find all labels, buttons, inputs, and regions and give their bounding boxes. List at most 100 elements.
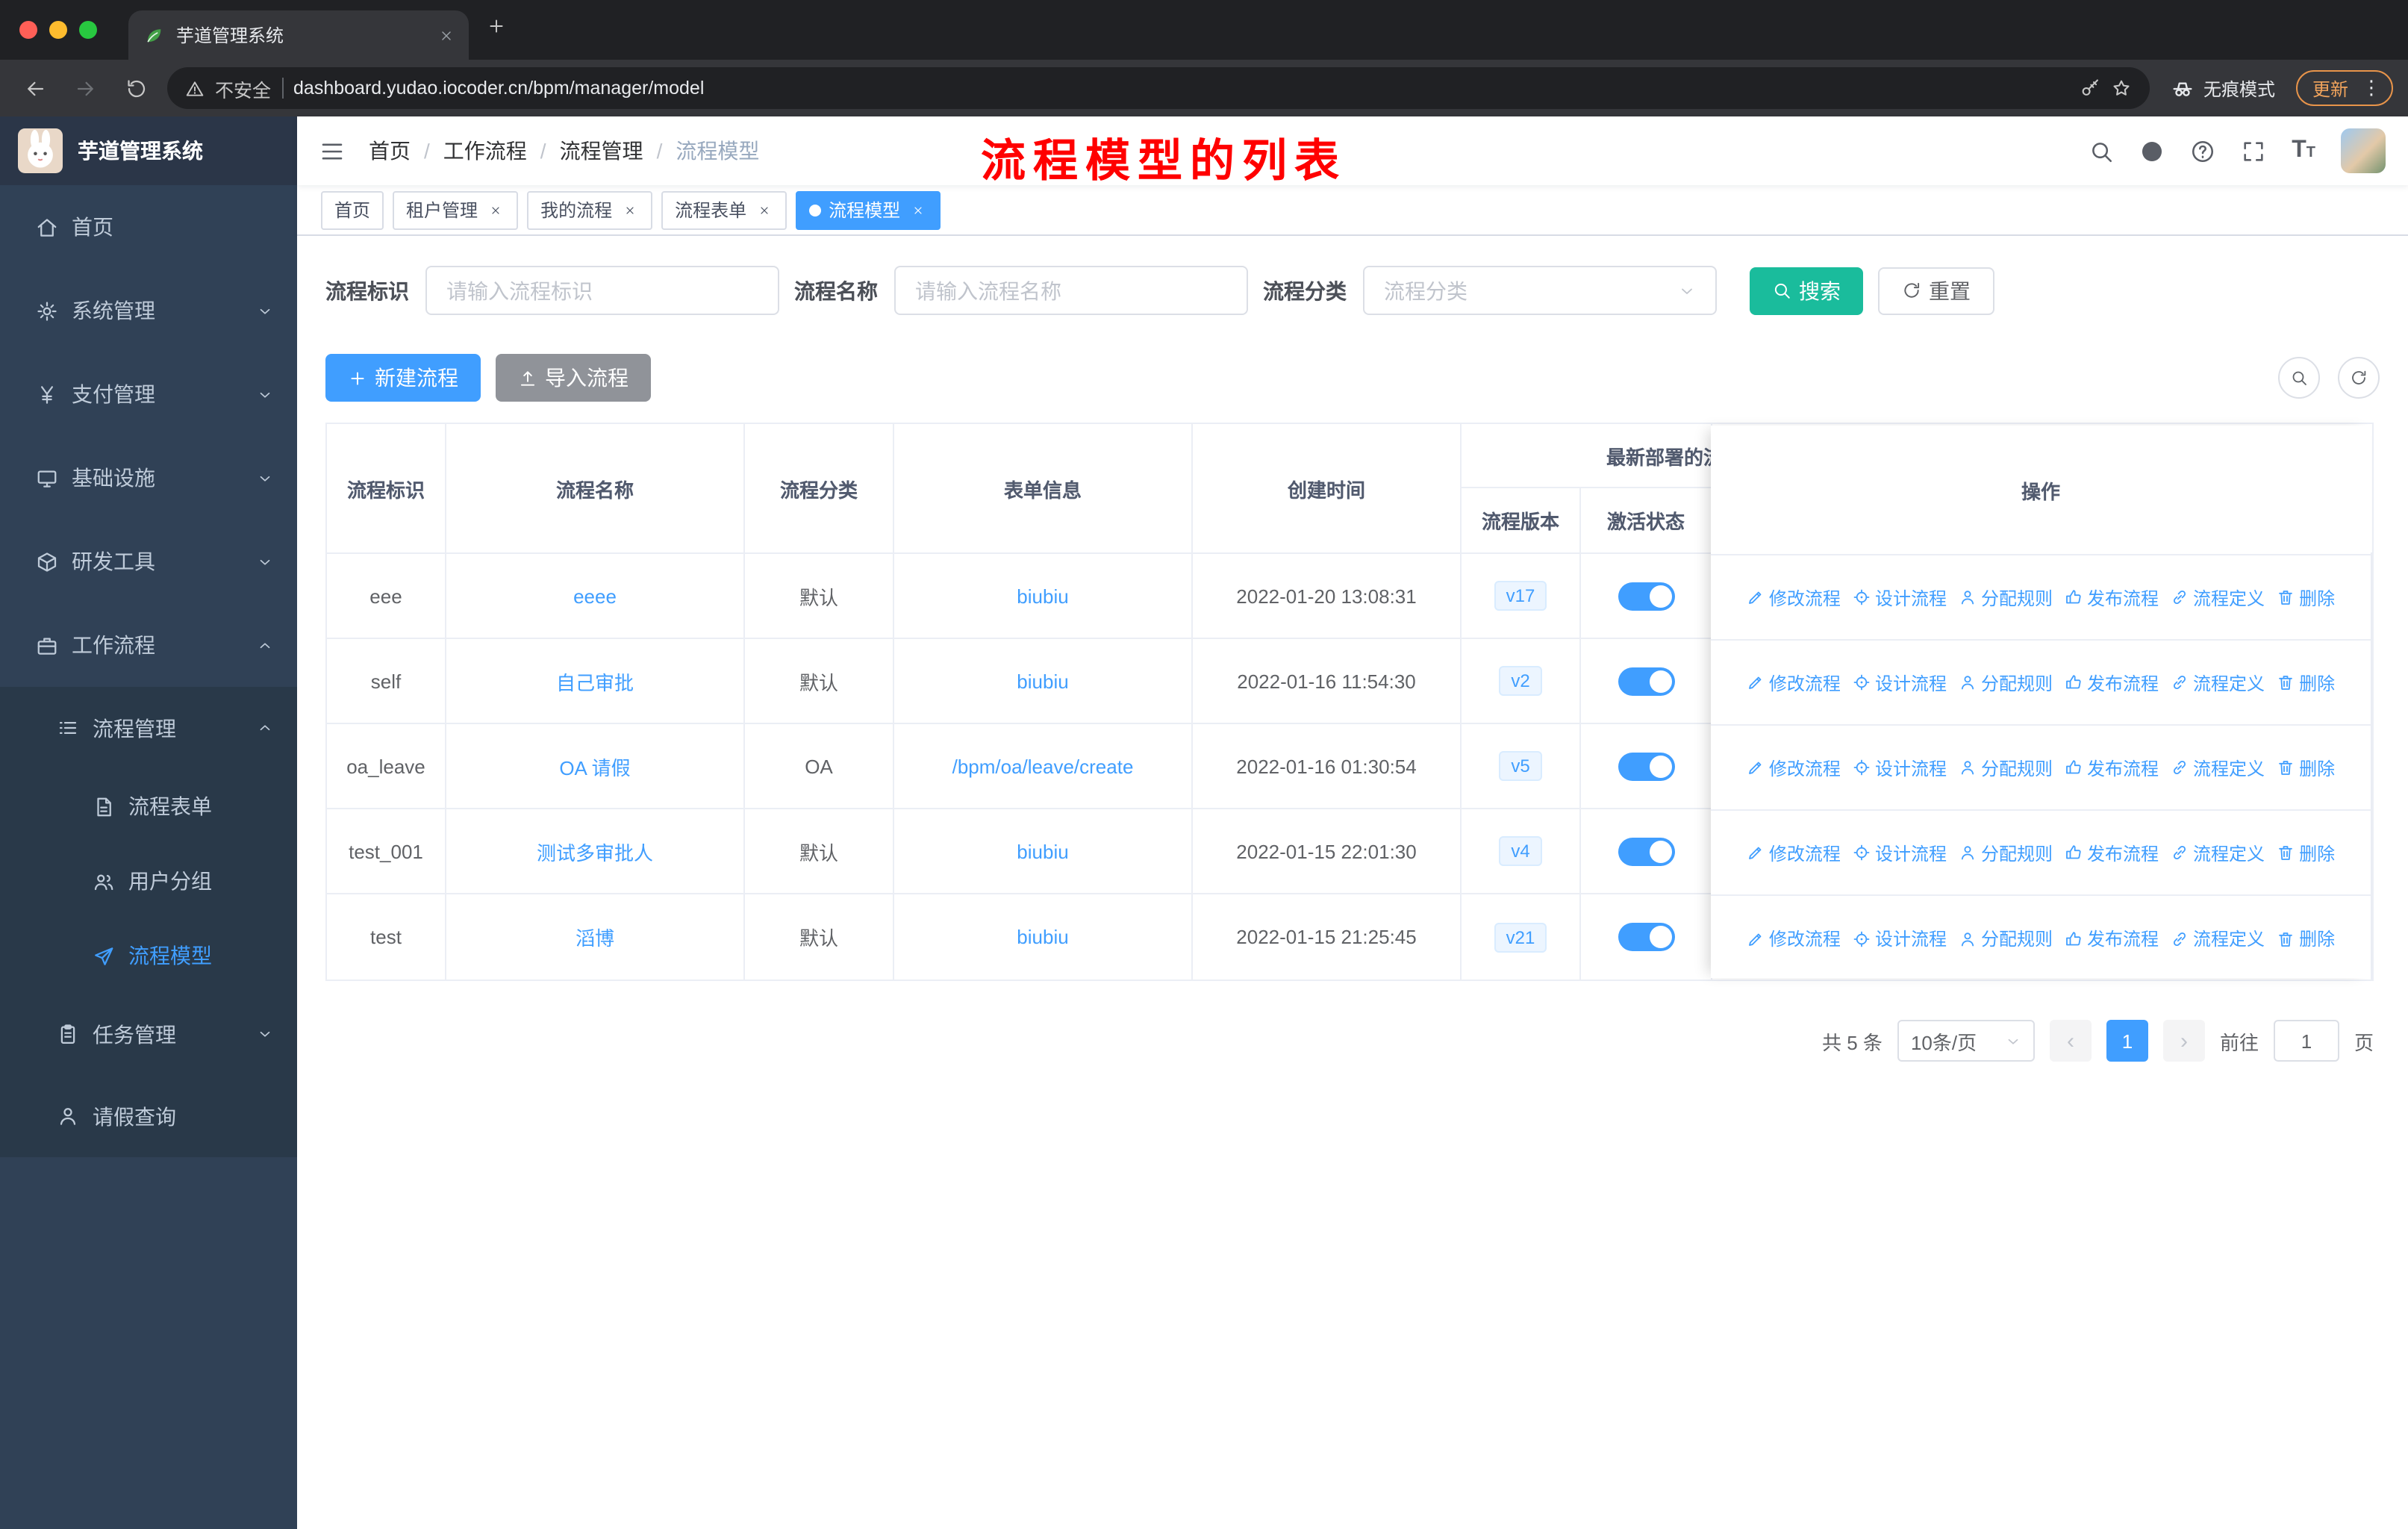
action-edit-process[interactable]: 修改流程 — [1747, 755, 1841, 780]
process-name-link[interactable]: 自己审批 — [556, 667, 634, 695]
form-info-link[interactable]: biubiu — [1017, 585, 1068, 607]
forward-button[interactable] — [66, 69, 105, 108]
form-info-link[interactable]: biubiu — [1017, 670, 1068, 692]
action-publish-process[interactable]: 发布流程 — [2065, 585, 2159, 610]
active-toggle[interactable] — [1618, 837, 1674, 865]
process-category-select[interactable]: 流程分类 — [1363, 266, 1717, 315]
version-badge[interactable]: v17 — [1494, 581, 1547, 611]
traffic-light-zoom[interactable] — [79, 21, 97, 39]
next-page-button[interactable]: › — [2162, 1020, 2205, 1062]
sidebar-item-user-group[interactable]: 用户分组 — [0, 844, 297, 918]
sidebar-item-process-form[interactable]: 流程表单 — [0, 769, 297, 844]
url-bar[interactable]: 不安全 dashboard.yudao.iocoder.cn/bpm/manag… — [167, 67, 2150, 109]
create-process-button[interactable]: 新建流程 — [325, 354, 481, 402]
user-avatar[interactable] — [2341, 128, 2386, 173]
action-publish-process[interactable]: 发布流程 — [2065, 926, 2159, 951]
action-process-definition[interactable]: 流程定义 — [2171, 926, 2265, 951]
breadcrumb-item[interactable]: 首页 — [369, 136, 411, 166]
traffic-light-minimize[interactable] — [49, 21, 67, 39]
action-process-definition[interactable]: 流程定义 — [2171, 585, 2265, 610]
back-button[interactable] — [15, 69, 54, 108]
new-tab-button[interactable] — [487, 16, 506, 43]
tab-close-icon[interactable] — [439, 28, 454, 43]
process-name-link[interactable]: 测试多审批人 — [537, 837, 653, 865]
action-delete[interactable]: 删除 — [2277, 670, 2335, 695]
password-key-icon[interactable] — [2080, 78, 2100, 99]
action-edit-process[interactable]: 修改流程 — [1747, 840, 1841, 865]
action-assign-rules[interactable]: 分配规则 — [1959, 670, 2053, 695]
active-toggle[interactable] — [1618, 752, 1674, 780]
browser-tab[interactable]: 芋道管理系统 — [128, 10, 469, 60]
action-design-process[interactable]: 设计流程 — [1853, 670, 1947, 695]
tag-home[interactable]: 首页 — [321, 190, 384, 229]
action-edit-process[interactable]: 修改流程 — [1747, 585, 1841, 610]
action-assign-rules[interactable]: 分配规则 — [1959, 585, 2053, 610]
version-badge[interactable]: v2 — [1499, 666, 1542, 696]
version-badge[interactable]: v5 — [1499, 751, 1542, 781]
action-design-process[interactable]: 设计流程 — [1853, 585, 1947, 610]
sidebar-item-payment-mgmt[interactable]: 支付管理 — [0, 352, 297, 436]
sidebar-item-task-mgmt[interactable]: 任务管理 — [0, 993, 297, 1075]
tag-tenant-mgmt[interactable]: 租户管理 — [393, 190, 519, 229]
active-toggle[interactable] — [1618, 923, 1674, 951]
action-delete[interactable]: 删除 — [2277, 840, 2335, 865]
process-name-input[interactable]: 请输入流程名称 — [894, 266, 1248, 315]
page-size-select[interactable]: 10条/页 — [1897, 1020, 2035, 1062]
page-button-1[interactable]: 1 — [2106, 1020, 2148, 1062]
action-process-definition[interactable]: 流程定义 — [2171, 755, 2265, 780]
action-design-process[interactable]: 设计流程 — [1853, 755, 1947, 780]
form-info-link[interactable]: biubiu — [1017, 840, 1068, 862]
action-process-definition[interactable]: 流程定义 — [2171, 840, 2265, 865]
form-info-link[interactable]: /bpm/oa/leave/create — [952, 755, 1134, 777]
tag-close-icon[interactable] — [754, 200, 773, 219]
tag-process-form[interactable]: 流程表单 — [661, 190, 787, 229]
tag-close-icon[interactable] — [908, 200, 927, 219]
update-browser-button[interactable]: 更新 ⋮ — [2295, 70, 2393, 106]
sidebar-item-infrastructure[interactable]: 基础设施 — [0, 436, 297, 520]
tag-close-icon[interactable] — [485, 200, 505, 219]
font-size-icon[interactable]: TT — [2292, 138, 2315, 163]
search-button[interactable]: 搜索 — [1750, 267, 1863, 314]
import-process-button[interactable]: 导入流程 — [496, 354, 651, 402]
sidebar-item-workflow[interactable]: 工作流程 — [0, 603, 297, 687]
action-publish-process[interactable]: 发布流程 — [2065, 670, 2159, 695]
action-edit-process[interactable]: 修改流程 — [1747, 670, 1841, 695]
active-toggle[interactable] — [1618, 667, 1674, 695]
hamburger-button[interactable] — [319, 138, 345, 164]
action-design-process[interactable]: 设计流程 — [1853, 926, 1947, 951]
breadcrumb-item[interactable]: 流程管理 — [560, 136, 643, 166]
process-name-link[interactable]: OA 请假 — [559, 752, 630, 780]
breadcrumb-item[interactable]: 工作流程 — [443, 136, 527, 166]
help-icon[interactable] — [2190, 138, 2215, 164]
version-badge[interactable]: v4 — [1499, 836, 1542, 866]
action-delete[interactable]: 删除 — [2277, 585, 2335, 610]
not-secure-warning-icon[interactable] — [185, 78, 205, 98]
process-name-link[interactable]: 滔博 — [576, 923, 614, 951]
sidebar-item-leave-query[interactable]: 请假查询 — [0, 1075, 297, 1157]
toolbar-search-toggle-button[interactable] — [2278, 357, 2320, 399]
action-publish-process[interactable]: 发布流程 — [2065, 840, 2159, 865]
process-name-link[interactable]: eeee — [573, 585, 617, 607]
action-delete[interactable]: 删除 — [2277, 755, 2335, 780]
action-design-process[interactable]: 设计流程 — [1853, 840, 1947, 865]
reload-button[interactable] — [116, 69, 155, 108]
sidebar-item-process-mgmt[interactable]: 流程管理 — [0, 687, 297, 769]
tag-my-process[interactable]: 我的流程 — [527, 190, 653, 229]
form-info-link[interactable]: biubiu — [1017, 926, 1068, 948]
browser-menu-kebab-icon[interactable]: ⋮ — [2357, 76, 2386, 100]
app-logo[interactable]: 芋道管理系统 — [0, 116, 297, 185]
prev-page-button[interactable]: ‹ — [2049, 1020, 2092, 1062]
action-assign-rules[interactable]: 分配规则 — [1959, 840, 2053, 865]
process-id-input[interactable]: 请输入流程标识 — [425, 266, 779, 315]
traffic-light-close[interactable] — [19, 21, 37, 39]
action-publish-process[interactable]: 发布流程 — [2065, 755, 2159, 780]
sidebar-item-dev-tools[interactable]: 研发工具 — [0, 520, 297, 603]
search-icon[interactable] — [2089, 138, 2114, 164]
bookmark-star-icon[interactable] — [2111, 78, 2132, 99]
action-edit-process[interactable]: 修改流程 — [1747, 926, 1841, 951]
fullscreen-icon[interactable] — [2241, 138, 2266, 164]
sidebar-item-process-model[interactable]: 流程模型 — [0, 918, 297, 993]
action-process-definition[interactable]: 流程定义 — [2171, 670, 2265, 695]
github-icon[interactable] — [2139, 138, 2165, 164]
action-assign-rules[interactable]: 分配规则 — [1959, 755, 2053, 780]
